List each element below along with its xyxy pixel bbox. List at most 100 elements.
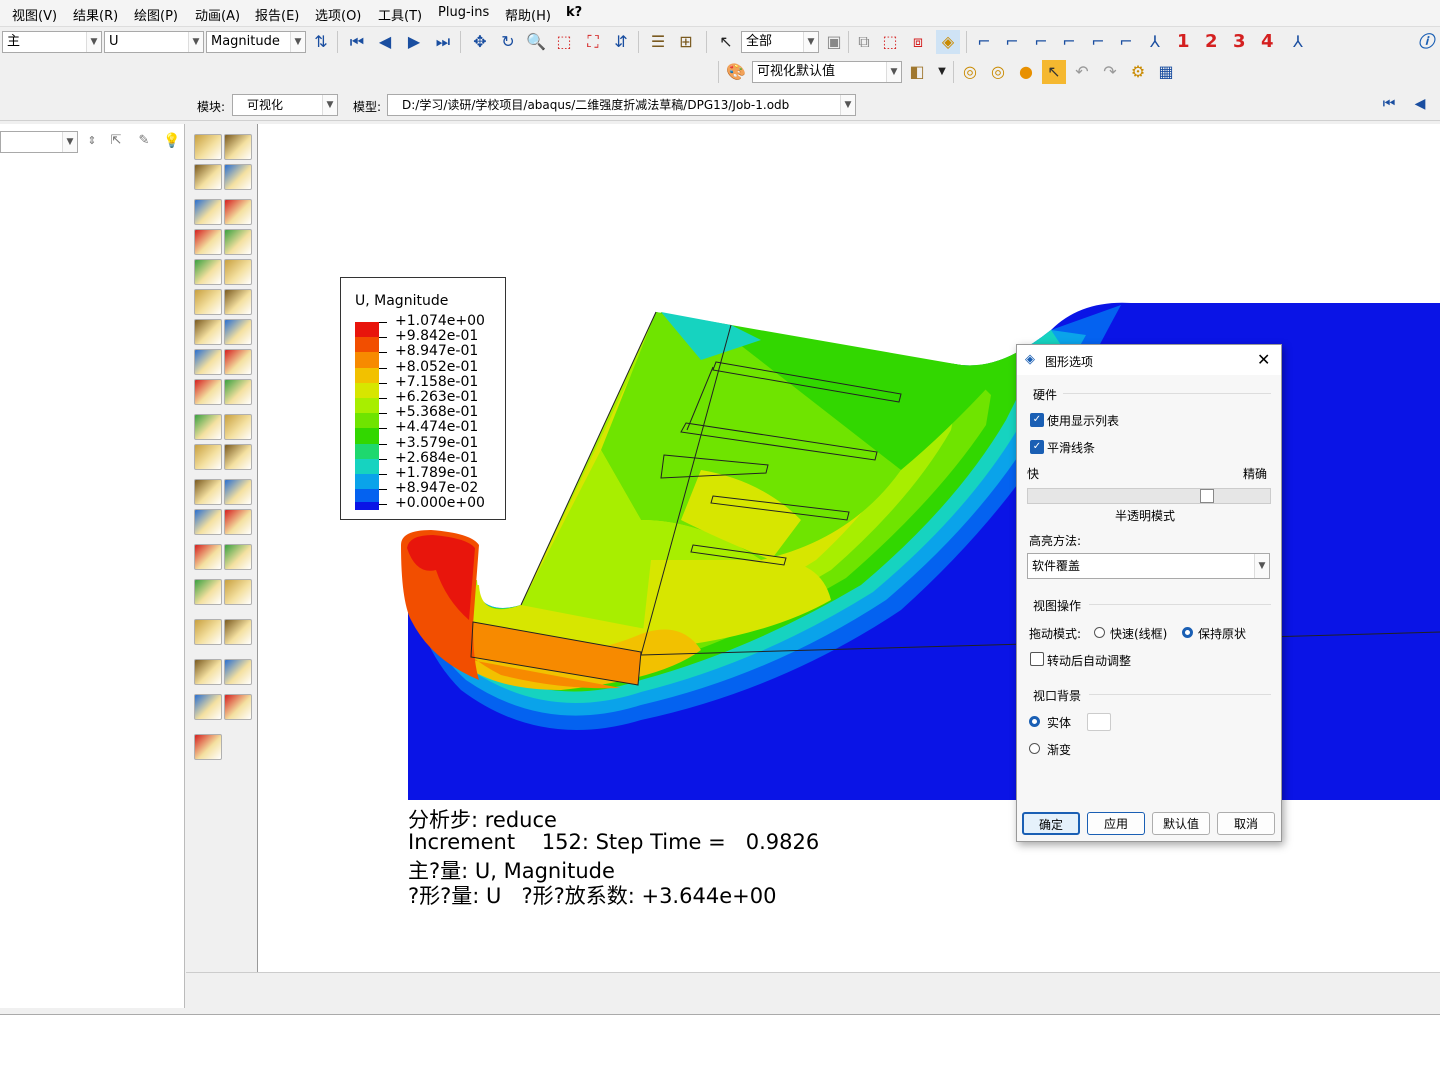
lightbulb-icon[interactable]: 💡	[160, 129, 184, 153]
toolbox-tool-icon[interactable]	[224, 659, 252, 685]
toolbox-tool-icon[interactable]	[224, 414, 252, 440]
cancel-button[interactable]: 取消	[1217, 812, 1275, 835]
first-step-icon[interactable]: ⏮	[1377, 92, 1401, 116]
toolbox-tool-icon[interactable]	[224, 289, 252, 315]
drag-keep-radio[interactable]	[1182, 627, 1193, 638]
menu-help[interactable]: 帮助(H)	[505, 5, 551, 24]
toolbox-tool-icon[interactable]	[194, 229, 222, 255]
toolbox-tool-icon[interactable]	[194, 619, 222, 645]
auto-fit-icon[interactable]: ⛶	[581, 30, 605, 54]
module-select[interactable]: 可视化 ▼	[232, 94, 338, 116]
toolbox-tool-icon[interactable]	[194, 164, 222, 190]
toolbox-tool-icon[interactable]	[194, 379, 222, 405]
palette-icon[interactable]: 🎨	[724, 60, 748, 84]
bg-solid-radio[interactable]	[1029, 716, 1040, 727]
display-group-icon[interactable]: ⧉	[852, 30, 876, 54]
apply-button[interactable]: 应用	[1087, 812, 1145, 835]
view-right-icon[interactable]: ⌐	[1114, 30, 1138, 54]
replace-icon[interactable]: ⧈	[906, 30, 930, 54]
view-3-button[interactable]: 3	[1233, 31, 1246, 52]
toolbox-tool-icon[interactable]	[194, 579, 222, 605]
view-2-button[interactable]: 2	[1205, 31, 1218, 52]
menu-plot[interactable]: 绘图(P)	[134, 5, 178, 24]
box-select-icon[interactable]: ⬚	[878, 30, 902, 54]
smooth-lines-checkbox[interactable]: ✓	[1030, 440, 1044, 454]
toolbox-tool-icon[interactable]	[224, 199, 252, 225]
view-options-icon[interactable]: ⚙	[1126, 60, 1150, 84]
toolbox-tool-icon[interactable]	[224, 229, 252, 255]
toolbox-tool-icon[interactable]	[224, 579, 252, 605]
selection-filter-select[interactable]: 全部 ▼	[741, 31, 819, 53]
toolbox-tool-icon[interactable]	[194, 319, 222, 345]
context-help-icon[interactable]: k?	[566, 5, 582, 20]
ok-button[interactable]: 确定	[1022, 812, 1080, 835]
field-select[interactable]: U ▼	[104, 31, 204, 53]
view-iso-icon[interactable]: ⅄	[1143, 30, 1167, 54]
spin-icon[interactable]: ⇕	[80, 129, 104, 153]
toolbox-tool-icon[interactable]	[224, 164, 252, 190]
model-select[interactable]: D:/学习/读研/学校项目/abaqus/二维强度折减法草稿/DPG13/Job…	[387, 94, 856, 116]
bg-color-swatch[interactable]	[1087, 713, 1111, 731]
toolbox-tool-icon[interactable]	[224, 379, 252, 405]
next-frame-icon[interactable]: ▶	[402, 30, 426, 54]
menu-animate[interactable]: 动画(A)	[195, 5, 240, 24]
dropdown-arrow-icon[interactable]: ▼	[930, 60, 954, 84]
wireframe-icon[interactable]: ◎	[958, 60, 982, 84]
view-front-icon[interactable]: ⌐	[972, 30, 996, 54]
toolbox-tool-icon[interactable]	[224, 134, 252, 160]
toolbox-tool-icon[interactable]	[194, 479, 222, 505]
toolbox-tool-icon[interactable]	[194, 414, 222, 440]
view-top-icon[interactable]: ⌐	[1029, 30, 1053, 54]
view-back-icon[interactable]: ⌐	[1000, 30, 1024, 54]
toolbox-tool-icon[interactable]	[224, 444, 252, 470]
ruler-icon[interactable]: ☰	[646, 30, 670, 54]
toolbox-tool-icon[interactable]	[194, 544, 222, 570]
invariant-select[interactable]: Magnitude ▼	[206, 31, 306, 53]
menu-results[interactable]: 结果(R)	[73, 5, 118, 24]
tree-edit-icon[interactable]: ✎	[132, 129, 156, 153]
toolbox-tool-icon[interactable]	[194, 659, 222, 685]
info-icon[interactable]: ⓘ	[1414, 30, 1438, 54]
auto-fit-checkbox[interactable]	[1030, 652, 1044, 666]
zoom-icon[interactable]: 🔍	[524, 30, 548, 54]
undo-view-icon[interactable]: ↶	[1070, 60, 1094, 84]
highlight-method-select[interactable]: 软件覆盖 ▼	[1027, 553, 1270, 579]
view-4-button[interactable]: 4	[1261, 31, 1274, 52]
last-frame-icon[interactable]: ⏭	[431, 30, 455, 54]
translucency-slider[interactable]	[1027, 488, 1271, 504]
toolbox-tool-icon[interactable]	[224, 319, 252, 345]
view-1-button[interactable]: 1	[1177, 31, 1190, 52]
table-icon[interactable]: ▦	[1154, 60, 1178, 84]
pan-icon[interactable]: ✥	[468, 30, 492, 54]
menu-view[interactable]: 视图(V)	[12, 5, 57, 24]
view-left-icon[interactable]: ⌐	[1086, 30, 1110, 54]
previous-step-icon[interactable]: ◀	[1408, 92, 1432, 116]
slider-handle[interactable]	[1200, 489, 1214, 503]
toolbox-tool-icon[interactable]	[194, 134, 222, 160]
toolbox-tool-icon[interactable]	[224, 619, 252, 645]
variable-type-select[interactable]: 主 ▼	[2, 31, 102, 53]
menu-report[interactable]: 报告(E)	[255, 5, 299, 24]
use-display-list-checkbox[interactable]: ✓	[1030, 413, 1044, 427]
view-manager-icon[interactable]: ⅄	[1286, 30, 1310, 54]
shaded-icon[interactable]: ●	[1014, 60, 1038, 84]
redo-view-icon[interactable]: ↷	[1098, 60, 1122, 84]
tree-filter-select[interactable]: ▼	[0, 131, 78, 153]
toolbox-tool-icon[interactable]	[194, 734, 222, 760]
query-icon[interactable]: ⊞	[674, 30, 698, 54]
toolbox-tool-icon[interactable]	[224, 479, 252, 505]
sync-icon[interactable]: ⇅	[309, 30, 333, 54]
view-defaults-select[interactable]: 可视化默认值 ▼	[752, 61, 902, 83]
toolbox-tool-icon[interactable]	[194, 259, 222, 285]
rotate-icon[interactable]: ↻	[496, 30, 520, 54]
toolbox-tool-icon[interactable]	[194, 289, 222, 315]
toolbox-tool-icon[interactable]	[224, 544, 252, 570]
toolbox-tool-icon[interactable]	[194, 509, 222, 535]
first-frame-icon[interactable]: ⏮	[345, 30, 369, 54]
select-cursor-icon[interactable]: ↖	[714, 30, 738, 54]
render-style-icon[interactable]: ◧	[905, 60, 929, 84]
previous-frame-icon[interactable]: ◀	[373, 30, 397, 54]
toolbox-tool-icon[interactable]	[194, 444, 222, 470]
hidden-line-icon[interactable]: ◎	[986, 60, 1010, 84]
toolbox-tool-icon[interactable]	[224, 259, 252, 285]
